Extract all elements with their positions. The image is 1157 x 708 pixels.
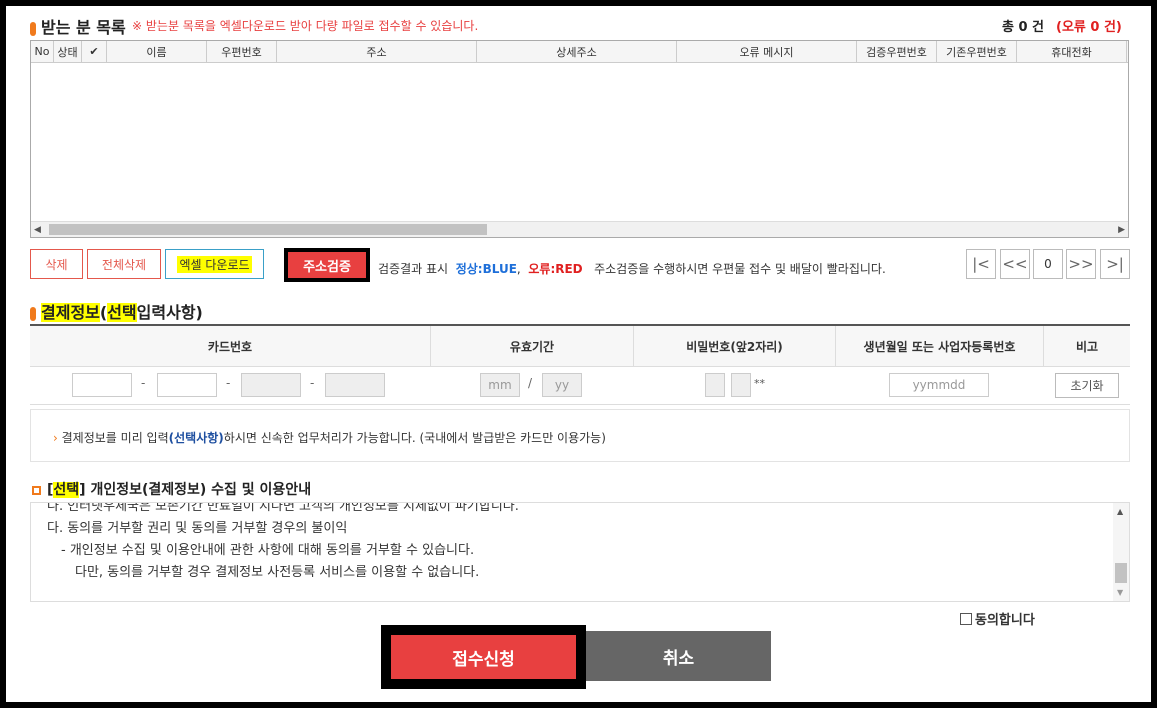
recipients-table: No 상태 ✔ 이름 우편번호 주소 상세주소 오류 메시지 검증우편번호 기존…	[30, 40, 1129, 238]
payment-info-box: › 결제정보를 미리 입력(선택사항)하시면 신속한 업무처리가 가능합니다. …	[30, 409, 1130, 462]
agree-checkbox[interactable]	[960, 612, 972, 625]
delete-all-button[interactable]: 전체삭제	[87, 249, 161, 279]
excel-download-button[interactable]: 엑셀 다운로드	[165, 249, 264, 279]
scroll-right-icon[interactable]: ▶	[1118, 225, 1125, 235]
card-number-field-1[interactable]	[72, 373, 132, 397]
privacy-title: [선택] 개인정보(결제정보) 수집 및 이용안내	[32, 479, 311, 499]
verify-address-frame: 주소검증	[284, 248, 370, 282]
info-arrow-icon: ›	[53, 431, 58, 445]
vertical-scrollbar[interactable]: ▲ ▼	[1113, 503, 1129, 601]
scroll-left-icon[interactable]: ◀	[34, 225, 41, 235]
table-header: No 상태 ✔ 이름 우편번호 주소 상세주소 오류 메시지 검증우편번호 기존…	[31, 41, 1128, 63]
card-number-field-2[interactable]	[157, 373, 217, 397]
birth-bizno-field[interactable]: yymmdd	[889, 373, 989, 397]
verify-note: 주소검증을 수행하시면 우편물 접수 및 배달이 빨라집니다.	[594, 262, 886, 276]
card-number-field-4[interactable]	[325, 373, 385, 397]
privacy-line: - 개인정보 수집 및 이용안내에 관한 사항에 대해 동의를 거부할 수 있습…	[61, 543, 475, 558]
password-digit-2[interactable]	[731, 373, 751, 397]
password-digit-1[interactable]	[705, 373, 725, 397]
header-expiry: 유효기간	[431, 326, 634, 366]
header-card-number: 카드번호	[30, 326, 431, 366]
recipients-title: 받는 분 목록	[30, 14, 126, 38]
total-count: 총 0 건	[1002, 20, 1045, 35]
agree-label: 동의합니다	[975, 613, 1035, 628]
verify-address-button[interactable]: 주소검증	[288, 252, 366, 278]
header-birth-bizno: 생년월일 또는 사업자등록번호	[836, 326, 1044, 366]
delete-button[interactable]: 삭제	[30, 249, 83, 279]
card-number-field-3[interactable]	[241, 373, 301, 397]
agree-checkbox-row[interactable]: 동의합니다	[960, 609, 1035, 628]
payment-input-row: - - - mm / yy ** yymmdd 초기화	[30, 367, 1130, 405]
col-name: 이름	[107, 41, 207, 62]
header-password: 비밀번호(앞2자리)	[634, 326, 836, 366]
prev-page-icon[interactable]: <<	[1000, 249, 1030, 279]
square-bullet-icon	[32, 485, 41, 495]
scrollbar-thumb[interactable]	[49, 224, 487, 235]
col-verified-zipcode: 검증우편번호	[857, 41, 937, 62]
col-detail-address: 상세주소	[477, 41, 677, 62]
col-status: 상태	[54, 41, 82, 62]
page: 받는 분 목록 ※ 받는분 목록을 엑셀다운로드 받아 다량 파일로 접수할 수…	[6, 6, 1151, 702]
col-no: No	[31, 41, 54, 62]
scroll-up-icon[interactable]: ▲	[1117, 507, 1123, 516]
payment-table: 카드번호 유효기간 비밀번호(앞2자리) 생년월일 또는 사업자등록번호 비고 …	[30, 324, 1130, 405]
col-check-icon[interactable]: ✔	[82, 41, 107, 62]
submit-frame: 접수신청	[381, 625, 586, 689]
payment-header: 카드번호 유효기간 비밀번호(앞2자리) 생년월일 또는 사업자등록번호 비고	[30, 326, 1130, 367]
col-error-message: 오류 메시지	[677, 41, 857, 62]
section-bullet-icon	[30, 306, 36, 321]
col-zipcode: 우편번호	[207, 41, 277, 62]
col-address: 주소	[277, 41, 477, 62]
expiry-year-field[interactable]: yy	[542, 373, 582, 397]
password-mask: **	[754, 377, 765, 390]
cancel-button[interactable]: 취소	[586, 631, 771, 681]
privacy-text: 나. 인터넷우체국은 보존기간 만료일이 지나면 고객의 개인정보를 지체없이 …	[47, 502, 519, 584]
expiry-month-field[interactable]: mm	[480, 373, 520, 397]
payment-title: 결제정보(선택입력사항)	[30, 299, 203, 323]
col-mobile: 휴대전화	[1017, 41, 1127, 62]
horizontal-scrollbar[interactable]: ◀ ▶	[31, 221, 1128, 237]
first-page-icon[interactable]: |<	[966, 249, 996, 279]
error-count: (오류 0 건)	[1056, 20, 1122, 35]
next-page-icon[interactable]: >>	[1066, 249, 1096, 279]
submit-button[interactable]: 접수신청	[391, 635, 576, 679]
excel-download-label: 엑셀 다운로드	[177, 255, 252, 273]
verify-result-info: 검증결과 표시 정상:BLUE, 오류:RED 주소검증을 수행하시면 우편물 …	[378, 262, 886, 276]
privacy-line: 나. 인터넷우체국은 보존기간 만료일이 지나면 고객의 개인정보를 지체없이 …	[47, 502, 519, 514]
header-remark: 비고	[1075, 339, 1099, 354]
privacy-text-box[interactable]: 나. 인터넷우체국은 보존기간 만료일이 지나면 고객의 개인정보를 지체없이 …	[30, 502, 1130, 602]
reset-button[interactable]: 초기화	[1055, 373, 1119, 398]
section-bullet-icon	[30, 21, 36, 36]
recipients-notice: ※ 받는분 목록을 엑셀다운로드 받아 다량 파일로 접수할 수 있습니다.	[132, 19, 479, 33]
privacy-line: 다. 동의를 거부할 권리 및 동의를 거부할 경우의 불이익	[47, 521, 348, 536]
privacy-line: 다만, 동의를 거부할 경우 결제정보 사전등록 서비스를 이용할 수 없습니다…	[75, 565, 480, 580]
scrollbar-thumb[interactable]	[1115, 563, 1127, 583]
error-red-label: 오류:RED	[528, 262, 583, 276]
current-page[interactable]: 0	[1033, 249, 1063, 279]
normal-blue-label: 정상:BLUE	[455, 262, 517, 276]
scroll-down-icon[interactable]: ▼	[1117, 588, 1123, 597]
col-old-zipcode: 기존우편번호	[937, 41, 1017, 62]
last-page-icon[interactable]: >|	[1100, 249, 1130, 279]
